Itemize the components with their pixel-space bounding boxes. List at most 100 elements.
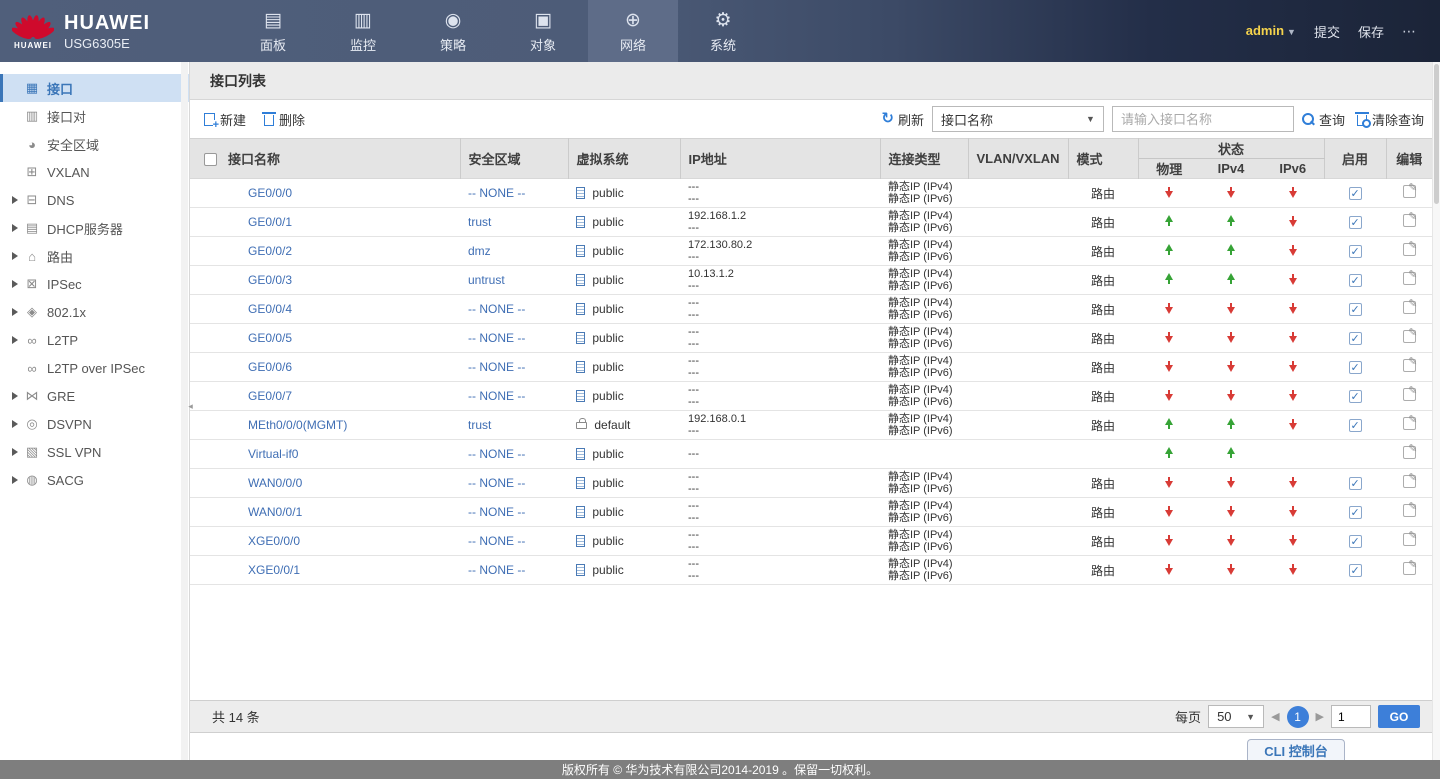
interface-name-link[interactable]: XGE0/0/0: [248, 534, 300, 548]
sidebar-item-接口对[interactable]: ▥ 接口对: [0, 102, 189, 130]
enable-checkbox[interactable]: [1348, 361, 1362, 375]
enable-checkbox[interactable]: [1348, 216, 1362, 230]
interface-name-link[interactable]: GE0/0/6: [248, 360, 292, 374]
security-zone-link[interactable]: trust: [468, 418, 491, 432]
interface-name-link[interactable]: GE0/0/0: [248, 186, 292, 200]
next-page-icon[interactable]: ▶: [1316, 710, 1324, 723]
sidebar-item-路由[interactable]: ⌂ 路由: [0, 242, 189, 270]
security-zone-link[interactable]: untrust: [468, 273, 505, 287]
current-page-button[interactable]: 1: [1286, 705, 1309, 728]
enable-checkbox[interactable]: [1348, 303, 1362, 317]
cli-console-tab[interactable]: CLI 控制台: [1247, 739, 1345, 760]
edit-icon[interactable]: [1402, 384, 1418, 401]
edit-icon[interactable]: [1402, 413, 1418, 430]
enable-checkbox[interactable]: [1348, 564, 1362, 578]
expand-arrow-icon[interactable]: [12, 336, 18, 344]
clear-query-button[interactable]: 清除查询: [1354, 110, 1424, 129]
expand-arrow-icon[interactable]: [12, 308, 18, 316]
select-all-checkbox[interactable]: [204, 153, 217, 167]
edit-icon[interactable]: [1402, 239, 1418, 256]
security-zone-link[interactable]: -- NONE --: [468, 505, 525, 519]
security-zone-link[interactable]: -- NONE --: [468, 360, 525, 374]
enable-checkbox[interactable]: [1348, 245, 1362, 259]
nav-item[interactable]: ▤ 面板: [228, 0, 318, 62]
security-zone-link[interactable]: -- NONE --: [468, 186, 525, 200]
query-button[interactable]: 查询: [1301, 110, 1345, 129]
edit-icon[interactable]: [1402, 558, 1418, 575]
edit-icon[interactable]: [1402, 297, 1418, 314]
edit-icon[interactable]: [1402, 268, 1418, 285]
edit-icon[interactable]: [1402, 500, 1418, 517]
interface-name-link[interactable]: XGE0/0/1: [248, 563, 300, 577]
sidebar-collapse-handle[interactable]: ◂: [186, 392, 195, 420]
expand-arrow-icon[interactable]: [12, 280, 18, 288]
save-button[interactable]: 保存: [1358, 22, 1384, 41]
security-zone-link[interactable]: dmz: [468, 244, 491, 258]
expand-arrow-icon[interactable]: [12, 420, 18, 428]
go-button[interactable]: GO: [1378, 705, 1420, 728]
enable-checkbox[interactable]: [1348, 390, 1362, 404]
interface-name-link[interactable]: GE0/0/1: [248, 215, 292, 229]
sidebar-item-DSVPN[interactable]: ◎ DSVPN: [0, 410, 189, 438]
nav-item[interactable]: ⚙ 系统: [678, 0, 768, 62]
edit-icon[interactable]: [1402, 210, 1418, 227]
expand-arrow-icon[interactable]: [12, 196, 18, 204]
sidebar-item-DNS[interactable]: ⊟ DNS: [0, 186, 189, 214]
sidebar-item-DHCP服务器[interactable]: ▤ DHCP服务器: [0, 214, 189, 242]
prev-page-icon[interactable]: ◀: [1271, 710, 1279, 723]
interface-name-link[interactable]: GE0/0/3: [248, 273, 292, 287]
sidebar-item-IPSec[interactable]: ⊠ IPSec: [0, 270, 189, 298]
security-zone-link[interactable]: -- NONE --: [468, 563, 525, 577]
security-zone-link[interactable]: -- NONE --: [468, 534, 525, 548]
security-zone-link[interactable]: -- NONE --: [468, 476, 525, 490]
submit-button[interactable]: 提交: [1314, 22, 1340, 41]
sidebar-item-L2TP[interactable]: ∞ L2TP: [0, 326, 189, 354]
scrollbar-thumb[interactable]: [1434, 64, 1439, 204]
interface-name-link[interactable]: Virtual-if0: [248, 447, 298, 461]
edit-icon[interactable]: [1402, 326, 1418, 343]
edit-icon[interactable]: [1402, 181, 1418, 198]
page-scrollbar[interactable]: [1432, 62, 1440, 760]
sidebar-item-安全区域[interactable]: ◕ 安全区域: [0, 130, 189, 158]
interface-name-link[interactable]: WAN0/0/1: [248, 505, 302, 519]
enable-checkbox[interactable]: [1348, 477, 1362, 491]
enable-checkbox[interactable]: [1348, 187, 1362, 201]
interface-name-link[interactable]: GE0/0/7: [248, 389, 292, 403]
sidebar-item-SACG[interactable]: ◍ SACG: [0, 466, 189, 494]
interface-name-link[interactable]: GE0/0/4: [248, 302, 292, 316]
per-page-select[interactable]: 50 ▼: [1208, 705, 1265, 728]
nav-item[interactable]: ▣ 对象: [498, 0, 588, 62]
sidebar-item-VXLAN[interactable]: ⊞ VXLAN: [0, 158, 189, 186]
interface-name-link[interactable]: GE0/0/5: [248, 331, 292, 345]
more-menu-icon[interactable]: ⋯: [1402, 23, 1418, 40]
edit-icon[interactable]: [1402, 471, 1418, 488]
nav-item[interactable]: ⊕ 网络: [588, 0, 678, 62]
edit-icon[interactable]: [1402, 529, 1418, 546]
enable-checkbox[interactable]: [1348, 506, 1362, 520]
expand-arrow-icon[interactable]: [12, 252, 18, 260]
security-zone-link[interactable]: -- NONE --: [468, 389, 525, 403]
sidebar-item-接口[interactable]: ▦ 接口: [0, 74, 189, 102]
security-zone-link[interactable]: -- NONE --: [468, 447, 525, 461]
sidebar-item-SSL VPN[interactable]: ▧ SSL VPN: [0, 438, 189, 466]
refresh-button[interactable]: ↻ 刷新: [881, 110, 924, 129]
expand-arrow-icon[interactable]: [12, 448, 18, 456]
sidebar-item-802.1x[interactable]: ◈ 802.1x: [0, 298, 189, 326]
new-button[interactable]: 新建: [204, 110, 246, 131]
interface-name-link[interactable]: WAN0/0/0: [248, 476, 302, 490]
delete-button[interactable]: 删除: [262, 110, 305, 129]
security-zone-link[interactable]: -- NONE --: [468, 302, 525, 316]
nav-item[interactable]: ▥ 监控: [318, 0, 408, 62]
search-input[interactable]: [1111, 106, 1294, 132]
expand-arrow-icon[interactable]: [12, 392, 18, 400]
enable-checkbox[interactable]: [1348, 419, 1362, 433]
expand-arrow-icon[interactable]: [12, 476, 18, 484]
enable-checkbox[interactable]: [1348, 274, 1362, 288]
enable-checkbox[interactable]: [1348, 332, 1362, 346]
sidebar-item-GRE[interactable]: ⋈ GRE: [0, 382, 189, 410]
goto-page-input[interactable]: [1331, 705, 1371, 728]
sidebar-item-L2TP over IPSec[interactable]: ∞ L2TP over IPSec: [0, 354, 189, 382]
user-menu[interactable]: admin ▼: [1246, 22, 1296, 40]
edit-icon[interactable]: [1402, 442, 1418, 459]
edit-icon[interactable]: [1402, 355, 1418, 372]
